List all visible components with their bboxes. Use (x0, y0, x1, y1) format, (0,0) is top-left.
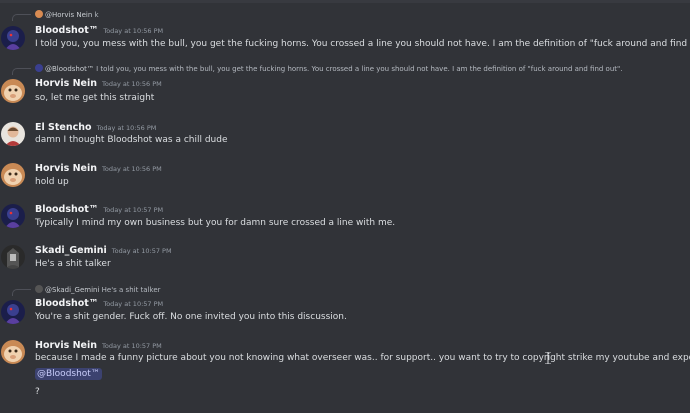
message-author[interactable]: Horvis Nein Today at 10:56 PM (35, 163, 162, 174)
avatar[interactable] (1, 26, 25, 50)
avatar[interactable] (1, 122, 25, 146)
message-timestamp: Today at 10:57 PM (103, 300, 164, 308)
message-author[interactable]: Bloodshot™ Today at 10:56 PM (35, 25, 163, 36)
reply-preview[interactable]: @Bloodshot™ I told you, you mess with th… (35, 64, 622, 73)
message-author[interactable]: Bloodshot™ Today at 10:57 PM (35, 204, 163, 215)
avatar[interactable] (1, 204, 25, 228)
message-timestamp: Today at 10:57 PM (111, 247, 172, 255)
reply-avatar-icon (35, 64, 43, 72)
avatar[interactable] (1, 300, 25, 324)
avatar[interactable] (1, 245, 25, 269)
message-content: so, let me get this straight (35, 93, 155, 103)
message-author[interactable]: Horvis Nein Today at 10:56 PM (35, 78, 162, 89)
message-content: hold up (35, 177, 69, 187)
text-cursor-icon (545, 352, 551, 364)
reply-spine (12, 68, 31, 75)
message-timestamp: Today at 10:56 PM (96, 124, 157, 132)
message-content: ? (35, 387, 40, 397)
message-author[interactable]: El Stencho Today at 10:56 PM (35, 122, 156, 133)
message-content: I told you, you mess with the bull, you … (35, 39, 690, 49)
top-divider (0, 0, 690, 3)
message-timestamp: Today at 10:56 PM (103, 27, 164, 35)
reply-avatar-icon (35, 10, 43, 18)
message-timestamp: Today at 10:57 PM (103, 206, 164, 214)
avatar[interactable] (1, 79, 25, 103)
message-content: damn I thought Bloodshot was a chill dud… (35, 135, 228, 145)
message-content: Typically I mind my own business but you… (35, 218, 396, 228)
message-author[interactable]: Skadi_Gemini Today at 10:57 PM (35, 245, 172, 256)
reply-spine (12, 14, 31, 21)
reply-preview[interactable]: @Skadi_Gemini He's a shit talker (35, 285, 161, 294)
message-mention-line: @Bloodshot™ (35, 368, 102, 380)
message-content: because I made a funny picture about you… (35, 353, 690, 363)
message-content: You're a shit gender. Fuck off. No one i… (35, 312, 347, 322)
message-author[interactable]: Horvis Nein Today at 10:57 PM (35, 340, 162, 351)
message-author[interactable]: Bloodshot™ Today at 10:57 PM (35, 298, 163, 309)
message-content: He's a shit talker (35, 259, 111, 269)
message-timestamp: Today at 10:57 PM (102, 342, 162, 350)
message-timestamp: Today at 10:56 PM (102, 165, 162, 173)
reply-avatar-icon (35, 285, 43, 293)
message-timestamp: Today at 10:56 PM (102, 80, 162, 88)
avatar[interactable] (1, 163, 25, 187)
avatar[interactable] (1, 340, 25, 364)
reply-preview[interactable]: @Horvis Nein k (35, 10, 99, 19)
reply-spine (12, 289, 31, 296)
user-mention[interactable]: @Bloodshot™ (35, 368, 102, 380)
